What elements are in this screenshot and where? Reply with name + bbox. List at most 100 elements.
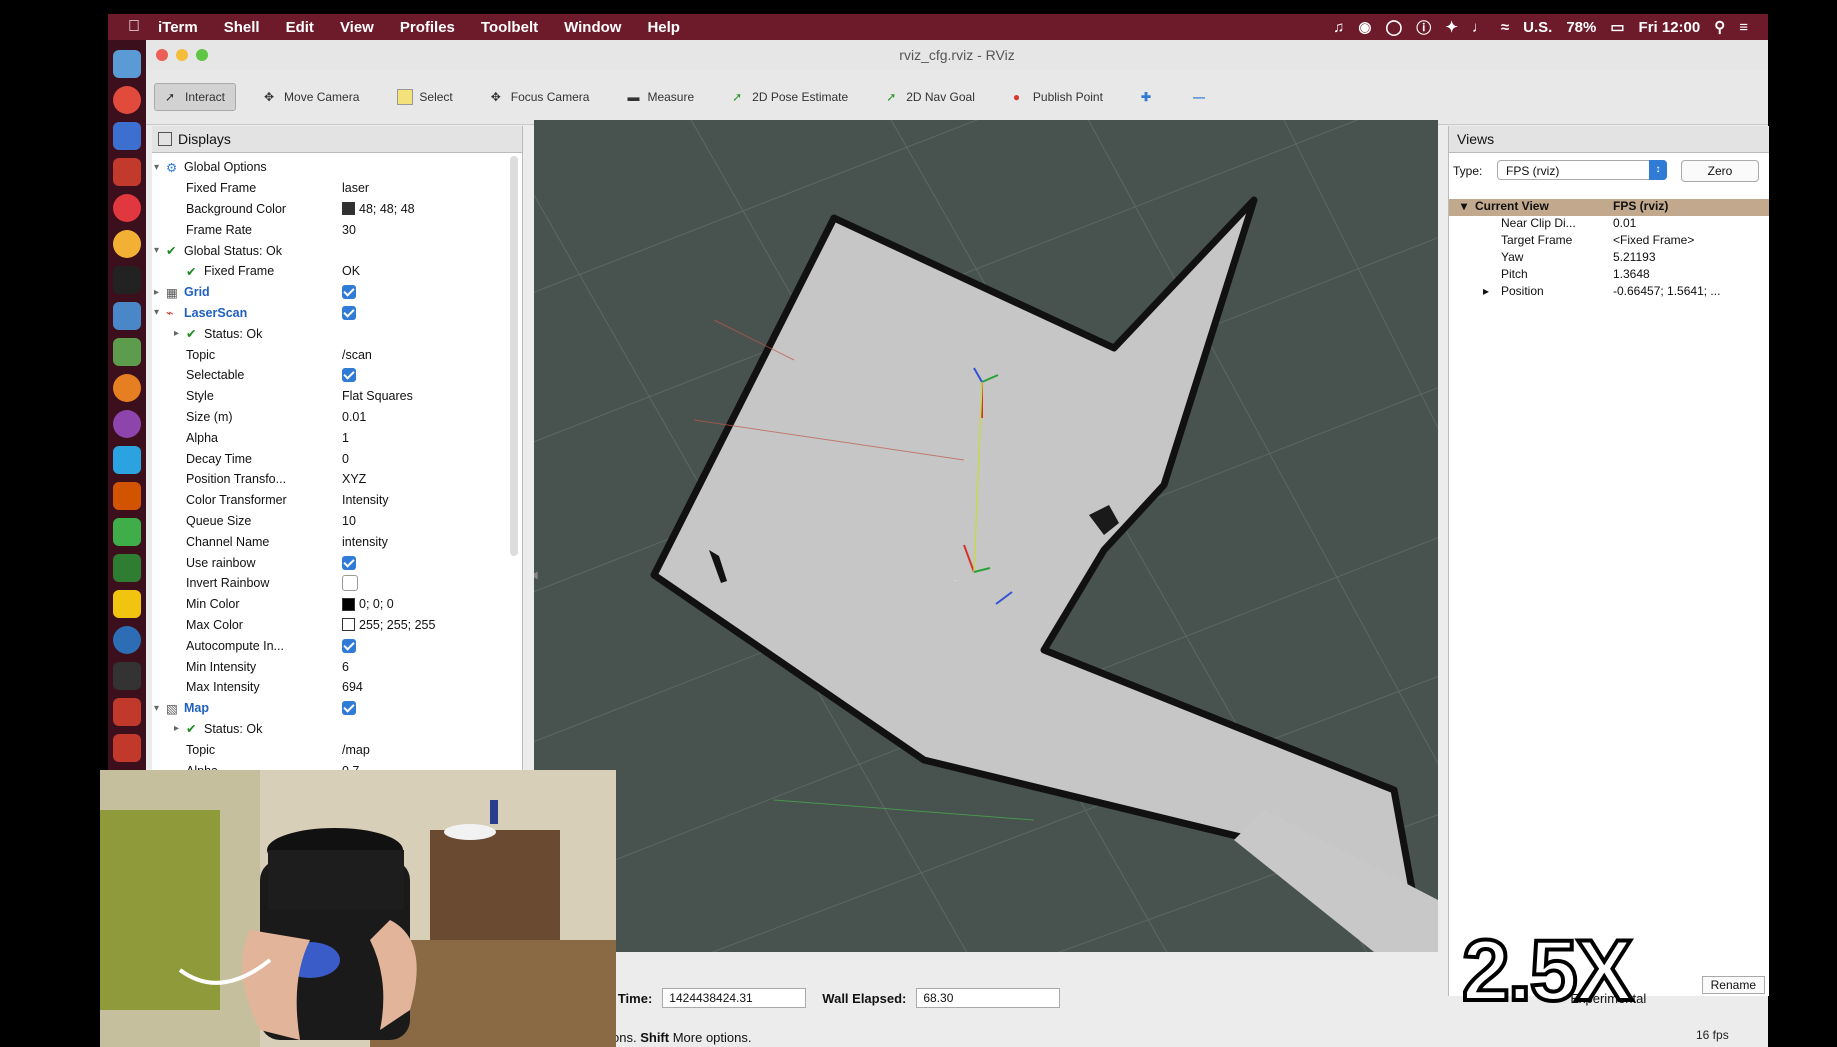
property-value[interactable] (342, 305, 360, 320)
color-swatch[interactable] (342, 597, 355, 611)
menu-window[interactable]: Window (564, 19, 621, 36)
property-value[interactable] (342, 285, 360, 300)
status-icon[interactable]: ◉ (1358, 18, 1371, 36)
apple-icon[interactable]:  (128, 18, 140, 36)
property-value[interactable]: 255; 255; 255 (342, 618, 435, 632)
property-value[interactable]: Intensity (342, 493, 389, 507)
display-property-row[interactable]: Alpha 1 (152, 427, 522, 448)
app-icon[interactable] (113, 698, 141, 726)
app-icon[interactable] (113, 626, 141, 654)
tool-publish-point[interactable]: ● Publish Point (1003, 84, 1113, 110)
input-locale[interactable]: U.S. (1523, 19, 1552, 36)
skype-icon[interactable] (113, 446, 141, 474)
property-value[interactable]: XYZ (342, 472, 366, 486)
menu-view[interactable]: View (340, 19, 374, 36)
shield-icon[interactable]: ◯ (1386, 18, 1403, 36)
finder-icon[interactable] (113, 50, 141, 78)
display-property-row[interactable]: Background Color 48; 48; 48 (152, 199, 522, 220)
property-value[interactable]: Flat Squares (342, 389, 413, 403)
property-checkbox[interactable] (342, 305, 356, 320)
battery-icon[interactable]: ▭ (1610, 18, 1624, 36)
collapse-arrow-icon[interactable]: ▾ (154, 307, 159, 318)
app-icon[interactable] (113, 86, 141, 114)
chrome-icon[interactable] (113, 230, 141, 258)
display-property-row[interactable]: Selectable (152, 365, 522, 386)
property-value[interactable] (342, 555, 360, 570)
display-property-row[interactable]: Topic/map (152, 739, 522, 760)
display-property-row[interactable]: Topic/scan (152, 344, 522, 365)
expand-arrow-icon[interactable]: ▸ (174, 328, 179, 339)
app-icon[interactable] (113, 122, 141, 150)
property-checkbox[interactable] (342, 701, 356, 716)
collapse-arrow-icon[interactable]: ▾ (154, 245, 159, 256)
color-swatch[interactable] (342, 618, 355, 632)
bell-icon[interactable]: ♫ (1333, 19, 1344, 36)
expand-arrow-icon[interactable]: ▸ (154, 287, 159, 298)
display-property-row[interactable]: Use rainbow (152, 552, 522, 573)
expand-arrow-icon[interactable]: ▾ (1461, 199, 1467, 213)
app-icon[interactable] (113, 554, 141, 582)
display-property-row[interactable]: Color Transformer Intensity (152, 490, 522, 511)
view-property-value[interactable]: 0.01 (1613, 216, 1636, 230)
display-property-row[interactable]: Fixed Frame laser (152, 178, 522, 199)
wechat-icon[interactable] (113, 518, 141, 546)
expand-arrow-icon[interactable]: ▸ (174, 723, 179, 734)
app-icon[interactable] (113, 374, 141, 402)
display-property-row[interactable]: Decay Time 0 (152, 448, 522, 469)
property-value[interactable]: 694 (342, 680, 363, 694)
display-property-row[interactable]: ▾ ⚙ Global Options (152, 157, 522, 178)
volume-icon[interactable]: ♩ (1472, 19, 1487, 36)
property-value[interactable] (342, 701, 360, 716)
property-checkbox[interactable] (342, 285, 356, 300)
property-checkbox[interactable] (342, 638, 356, 653)
view-property-value[interactable]: 1.3648 (1613, 267, 1650, 281)
view-property-row[interactable]: ▸ Position -0.66457; 1.5641; ... (1449, 284, 1769, 301)
view-property-value[interactable]: <Fixed Frame> (1613, 233, 1694, 247)
view-type-select[interactable]: FPS (rviz) ↕ (1497, 160, 1667, 180)
wall-elapsed-field[interactable]: 68.30 (916, 988, 1061, 1008)
display-property-row[interactable]: Min Color 0; 0; 0 (152, 594, 522, 615)
collapse-arrow-icon[interactable]: ▾ (154, 162, 159, 173)
menu-profiles[interactable]: Profiles (400, 19, 455, 36)
menu-edit[interactable]: Edit (286, 19, 314, 36)
expand-arrow-icon[interactable]: ▸ (1483, 284, 1489, 298)
property-checkbox[interactable] (342, 368, 356, 383)
view-property-row[interactable]: Pitch 1.3648 (1449, 267, 1769, 284)
property-value[interactable]: 30 (342, 223, 356, 237)
info-icon[interactable]: ⓘ (1416, 17, 1431, 38)
display-property-row[interactable]: Style Flat Squares (152, 386, 522, 407)
notification-center-icon[interactable]: ≡ (1739, 19, 1748, 36)
terminal-icon[interactable] (113, 266, 141, 294)
collapse-left-handle[interactable]: ◀ (534, 570, 538, 581)
music-icon[interactable] (113, 194, 141, 222)
display-property-row[interactable]: Queue Size 10 (152, 511, 522, 532)
tool-2d-nav-goal[interactable]: ➚ 2D Nav Goal (876, 84, 985, 110)
display-property-row[interactable]: Invert Rainbow (152, 573, 522, 594)
app-icon[interactable] (113, 734, 141, 762)
menu-iterm[interactable]: iTerm (158, 19, 198, 36)
tool-select[interactable]: Select (387, 83, 462, 111)
app-icon[interactable] (113, 302, 141, 330)
tool-add[interactable]: ✚ (1131, 84, 1165, 110)
tool-interact[interactable]: ➚ Interact (154, 83, 237, 111)
property-value[interactable]: /scan (342, 348, 372, 362)
property-value[interactable]: OK (342, 264, 360, 278)
tool-focus-camera[interactable]: ✥ Focus Camera (481, 84, 600, 110)
property-value[interactable] (342, 575, 362, 592)
menu-help[interactable]: Help (647, 19, 680, 36)
collapse-arrow-icon[interactable]: ▾ (154, 703, 159, 714)
app-icon[interactable] (113, 590, 141, 618)
app-icon[interactable] (113, 662, 141, 690)
display-property-row[interactable]: Autocompute In... (152, 635, 522, 656)
displays-scrollbar[interactable] (510, 156, 518, 556)
app-icon[interactable] (113, 482, 141, 510)
property-value[interactable]: 10 (342, 514, 356, 528)
wifi-icon[interactable]: ≈ (1501, 19, 1509, 36)
view-property-value[interactable]: 5.21193 (1613, 250, 1656, 264)
zoom-window-button[interactable] (196, 49, 208, 61)
clock[interactable]: Fri 12:00 (1639, 19, 1701, 36)
display-property-row[interactable]: ✔ Fixed Frame OK (152, 261, 522, 282)
property-value[interactable]: 0.01 (342, 410, 366, 424)
display-property-row[interactable]: Min Intensity 6 (152, 656, 522, 677)
display-property-row[interactable]: ▸ ✔ Status: Ok (152, 719, 522, 740)
